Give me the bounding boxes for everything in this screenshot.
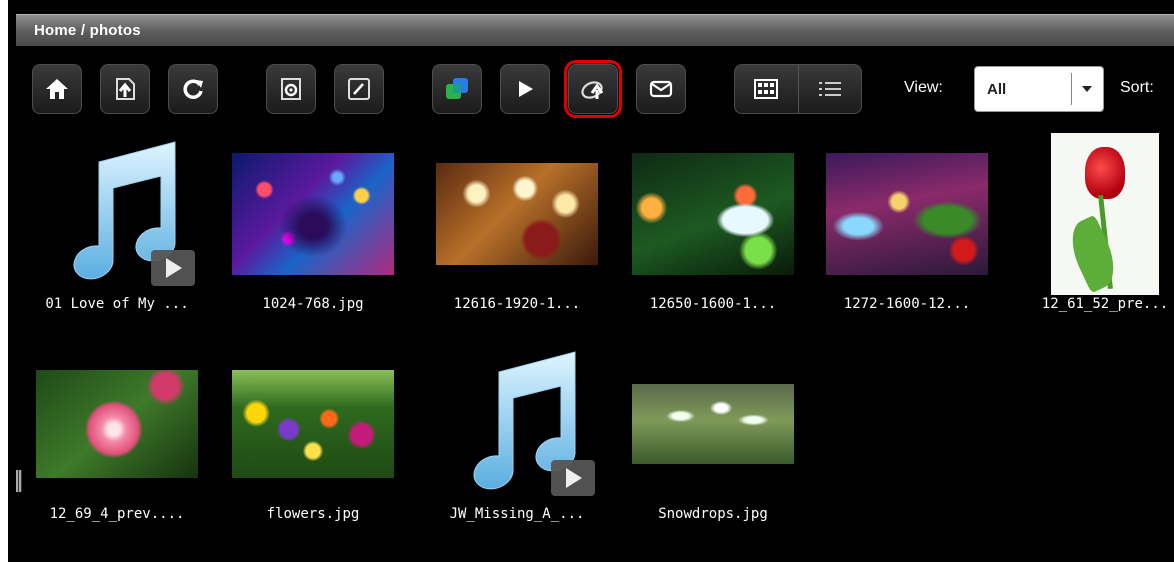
file-tile[interactable]: 12_69_4_prev....	[32, 344, 202, 534]
file-name: 12650-1600-1...	[649, 296, 777, 312]
music-note-icon	[73, 141, 195, 286]
list-view-icon	[818, 82, 841, 96]
upload-button[interactable]	[100, 64, 150, 114]
file-tile[interactable]: 1272-1600-12...	[822, 134, 992, 324]
photo-snowdrops	[632, 384, 794, 464]
image-thumbnail	[1020, 133, 1174, 295]
view-select-divider	[1071, 73, 1072, 105]
photo-snowman	[632, 153, 794, 275]
copy-button[interactable]	[432, 64, 482, 114]
image-thumbnail	[628, 344, 798, 504]
file-name: 12_61_52_pre...	[1041, 296, 1169, 312]
file-name: 12616-1920-1...	[453, 296, 581, 312]
settings-icon	[281, 78, 301, 100]
file-name: 1272-1600-12...	[843, 296, 971, 312]
view-select-value: All	[987, 81, 1007, 98]
file-name: flowers.jpg	[266, 506, 360, 522]
photo-lights-tunnel	[232, 153, 394, 275]
home-button[interactable]	[32, 64, 82, 114]
refresh-button[interactable]	[168, 64, 218, 114]
play-icon	[519, 81, 533, 97]
view-label: View:	[904, 79, 943, 96]
title-bar: Home / photos	[16, 14, 1174, 46]
sort-label: Sort:	[1120, 79, 1154, 96]
photo-camellia	[36, 370, 198, 478]
file-name: JW_Missing_A_...	[449, 506, 585, 522]
breadcrumb[interactable]: Home / photos	[34, 22, 141, 39]
cloud-upload-button[interactable]	[564, 60, 622, 118]
file-name: 01 Love of My ...	[45, 296, 189, 312]
file-name: 1024-768.jpg	[262, 296, 364, 312]
grid-view-icon	[754, 79, 779, 99]
image-thumbnail	[822, 134, 992, 294]
music-thumbnail	[432, 344, 602, 504]
image-thumbnail	[628, 134, 798, 294]
image-thumbnail	[32, 344, 202, 504]
mail-icon	[649, 80, 673, 98]
file-tile[interactable]: 01 Love of My ...	[32, 134, 202, 324]
copy-icon	[446, 78, 468, 99]
image-thumbnail	[432, 134, 602, 294]
photo-flowerbed	[232, 370, 394, 478]
file-tile[interactable]: flowers.jpg	[228, 344, 398, 534]
music-thumbnail	[32, 134, 202, 294]
mail-button[interactable]	[636, 64, 686, 114]
file-browser: Home / photos View: All Sort: 01 Love of…	[0, 0, 1174, 562]
photo-tulip	[1051, 133, 1159, 295]
chevron-down-icon	[1082, 86, 1092, 92]
view-select[interactable]: All	[974, 66, 1104, 112]
view-mode-toggle	[734, 64, 862, 114]
settings-button[interactable]	[266, 64, 316, 114]
image-thumbnail	[228, 344, 398, 504]
toolbar: View: All Sort:	[16, 60, 1174, 118]
file-name: 12_69_4_prev....	[49, 506, 185, 522]
panel-resize-handle[interactable]	[16, 470, 22, 492]
file-tile[interactable]: JW_Missing_A_...	[432, 344, 602, 534]
file-tile[interactable]: 12_61_52_pre...	[1020, 133, 1174, 324]
refresh-icon	[183, 79, 203, 99]
file-tile[interactable]: 12650-1600-1...	[628, 134, 798, 324]
list-view-button[interactable]	[797, 65, 862, 113]
upload-icon	[116, 78, 135, 100]
music-note-icon	[473, 351, 595, 496]
photo-candles	[436, 163, 598, 265]
file-tile[interactable]: 1024-768.jpg	[228, 134, 398, 324]
grid-view-button[interactable]	[735, 65, 798, 113]
edit-button[interactable]	[334, 64, 384, 114]
file-name: Snowdrops.jpg	[658, 506, 768, 522]
photo-christmas-house	[826, 153, 988, 275]
image-thumbnail	[228, 134, 398, 294]
home-icon	[46, 79, 68, 99]
file-tile[interactable]: Snowdrops.jpg	[628, 344, 798, 534]
play-button[interactable]	[500, 64, 550, 114]
edit-icon	[348, 78, 370, 100]
cloud-upload-icon	[581, 81, 604, 99]
file-tile[interactable]: 12616-1920-1...	[432, 134, 602, 324]
